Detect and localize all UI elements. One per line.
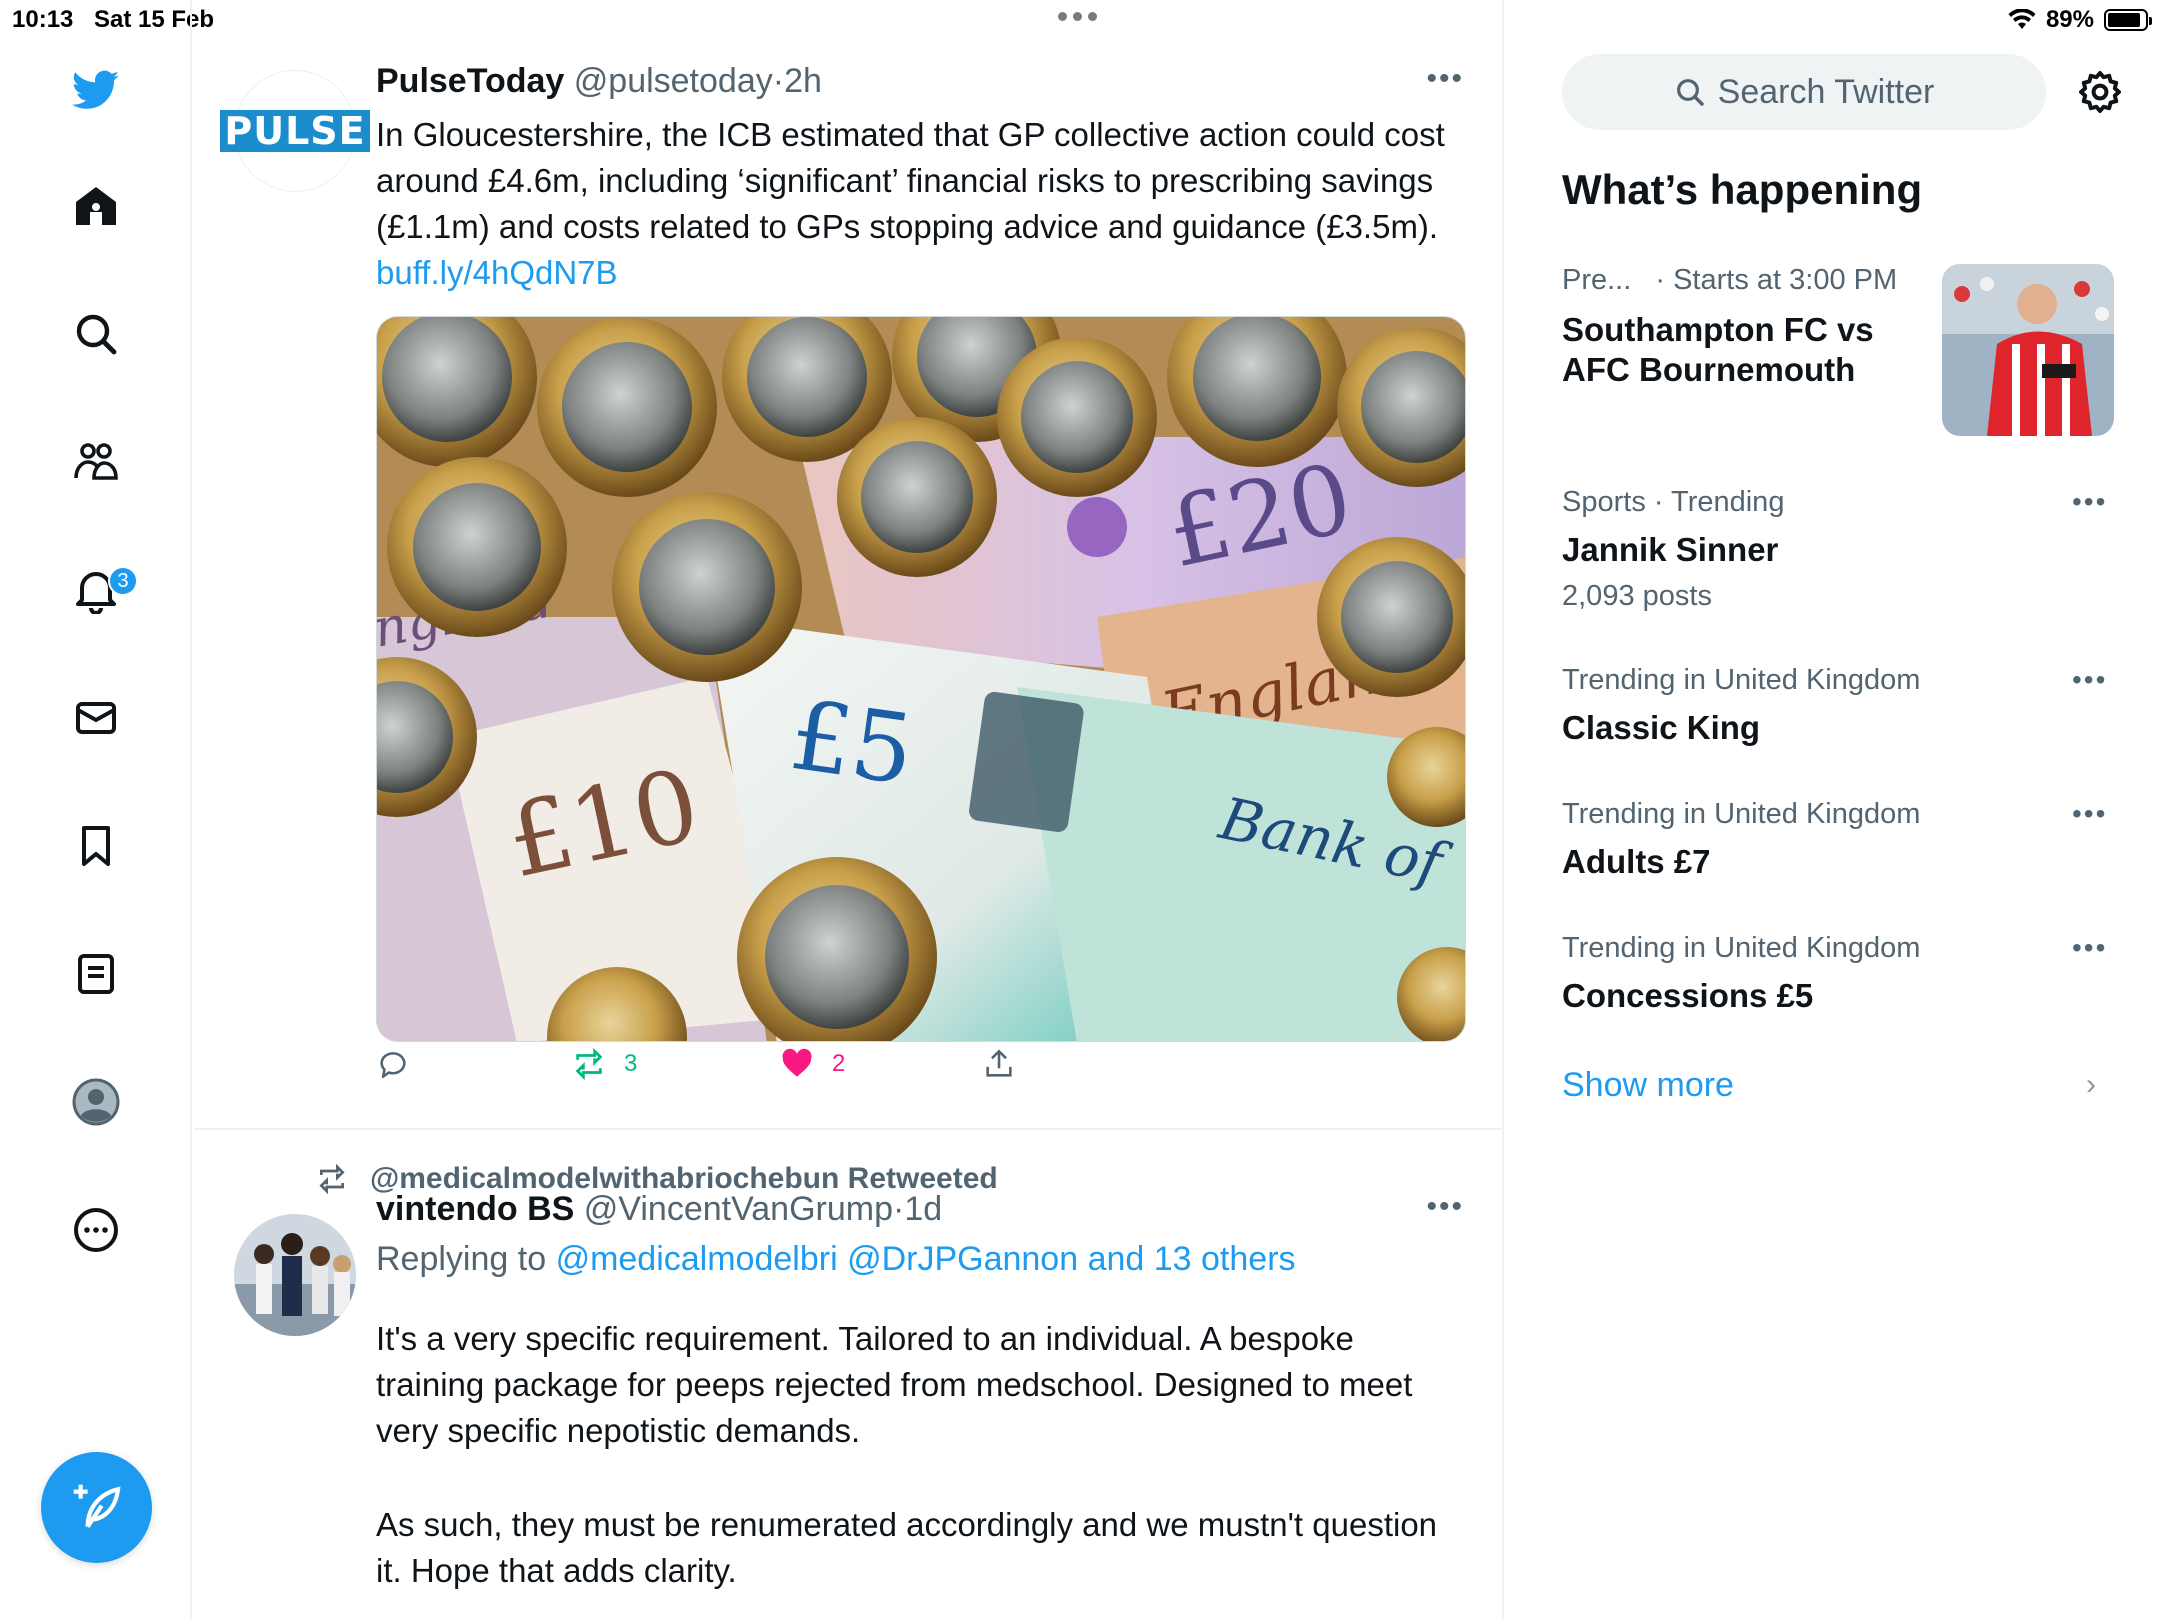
svg-text:£5: £5	[784, 679, 921, 807]
separator: ·	[892, 1190, 905, 1228]
trend-more-icon[interactable]: •••	[2072, 664, 2107, 696]
tweet-more-icon[interactable]: •••	[1426, 62, 1464, 96]
event-time: · Starts at 3:00 PM	[1655, 264, 1898, 296]
trend-more-icon[interactable]: •••	[2072, 932, 2107, 964]
trend-more-icon[interactable]: •••	[2072, 798, 2107, 830]
retweet-button[interactable]: 3	[572, 1047, 637, 1081]
search-box[interactable]: Search Twitter	[1562, 54, 2046, 130]
tweet-image-money[interactable]: £20 England £10 ngland £5 Bank of	[376, 316, 1466, 1042]
event-title-line-1: Southampton FC vs	[1562, 311, 1874, 348]
tweet-time[interactable]: 1d	[904, 1190, 942, 1228]
trend-more-icon[interactable]: •••	[2072, 486, 2107, 518]
retweet-count: 3	[624, 1050, 638, 1077]
money-photo: £20 England £10 ngland £5 Bank of	[377, 317, 1465, 1041]
trend-meta: Trending in United Kingdom	[1562, 798, 1921, 830]
like-count: 2	[832, 1050, 846, 1077]
avatar-pulsetoday[interactable]: PULSE	[220, 70, 370, 192]
replying-to: Replying to @medicalmodelbri @DrJPGannon…	[376, 1240, 1296, 1279]
tweet-header: PulseToday @pulsetoday·2h	[376, 62, 822, 101]
replying-to-users[interactable]: @medicalmodelbri @DrJPGannon and 13 othe…	[556, 1240, 1296, 1278]
tweet-time[interactable]: 2h	[784, 62, 822, 100]
show-more-link[interactable]: Show more	[1562, 1066, 1734, 1105]
reply-icon	[380, 1052, 406, 1079]
home-icon[interactable]	[66, 176, 126, 236]
notifications-bell-icon[interactable]: 3	[66, 560, 138, 620]
whats-happening-heading: What’s happening	[1562, 166, 1923, 213]
tweet-more-icon[interactable]: •••	[1426, 1190, 1464, 1224]
left-nav: 3	[0, 0, 192, 1620]
event-image-footballer	[1942, 264, 2114, 436]
trend-meta: Trending in United Kingdom	[1562, 932, 1921, 964]
lists-icon[interactable]	[66, 944, 126, 1004]
right-sidebar: Search Twitter What’s happening Pre... ·…	[1506, 0, 2160, 1620]
reply-button[interactable]	[376, 1047, 410, 1081]
communities-icon[interactable]	[66, 432, 126, 492]
retweet-icon	[575, 1047, 603, 1081]
tweet-text-paragraph-2: As such, they must be renumerated accord…	[376, 1506, 1438, 1589]
trend-title: Adults £7	[1562, 843, 1711, 880]
feather-plus-icon	[73, 1484, 120, 1528]
notifications-badge: 3	[108, 566, 138, 596]
author-handle[interactable]: @pulsetoday	[574, 62, 773, 100]
separator: ·	[772, 62, 785, 100]
compose-tweet-button[interactable]	[41, 1452, 152, 1563]
tweet-text-paragraph-1: It's a very specific requirement. Tailor…	[376, 1320, 1413, 1449]
share-icon	[986, 1049, 1012, 1077]
event-category: Pre...	[1562, 264, 1632, 296]
tweet-link[interactable]: buff.ly/4hQdN7B	[376, 254, 618, 291]
twitter-bird-icon[interactable]	[66, 60, 126, 120]
search-placeholder: Search Twitter	[1717, 72, 1935, 111]
trend-title: Jannik Sinner	[1562, 531, 1779, 568]
search-icon	[1676, 79, 1704, 106]
more-options-icon[interactable]	[66, 1200, 126, 1260]
settings-gear-icon[interactable]	[2076, 68, 2124, 116]
heart-icon	[782, 1048, 812, 1077]
like-button[interactable]: 2	[780, 1047, 845, 1081]
tweet-header: vintendo BS @VincentVanGrump·1d	[376, 1190, 942, 1229]
tweet-pulsetoday[interactable]: PULSE PulseToday @pulsetoday·2h ••• In G…	[194, 40, 1504, 1130]
pulse-logo: PULSE	[220, 110, 370, 152]
trend-title: Concessions £5	[1562, 977, 1814, 1014]
tweet-body: In Gloucestershire, the ICB estimated th…	[376, 116, 1445, 245]
event-meta: Pre... · Starts at 3:00 PM	[1562, 264, 1897, 297]
trend-meta: Trending in United Kingdom	[1562, 664, 1921, 696]
author-name[interactable]: PulseToday	[376, 62, 564, 100]
profile-avatar-icon[interactable]	[66, 1072, 126, 1132]
trend-meta: Sports · Trending	[1562, 486, 1785, 518]
author-name[interactable]: vintendo BS	[376, 1190, 574, 1228]
chevron-right-icon[interactable]: ›	[2086, 1068, 2096, 1102]
trend-count: 2,093 posts	[1562, 580, 1712, 612]
event-title-line-2: AFC Bournemouth	[1562, 351, 1856, 388]
bookmark-icon[interactable]	[66, 816, 126, 876]
search-icon[interactable]	[66, 304, 126, 364]
tweet-text: In Gloucestershire, the ICB estimated th…	[376, 112, 1456, 296]
avatar-vintendo[interactable]	[234, 1214, 356, 1336]
timeline: PULSE PulseToday @pulsetoday·2h ••• In G…	[194, 0, 1504, 1620]
tweet-vintendo[interactable]: @medicalmodelwithabriochebun Retweeted v…	[194, 1132, 1504, 1620]
messages-envelope-icon[interactable]	[66, 688, 126, 748]
share-button[interactable]	[982, 1047, 1016, 1081]
author-handle[interactable]: @VincentVanGrump	[584, 1190, 893, 1228]
trend-title: Classic King	[1562, 709, 1761, 746]
replying-label: Replying to	[376, 1240, 547, 1278]
retweet-small-icon	[319, 1163, 345, 1195]
